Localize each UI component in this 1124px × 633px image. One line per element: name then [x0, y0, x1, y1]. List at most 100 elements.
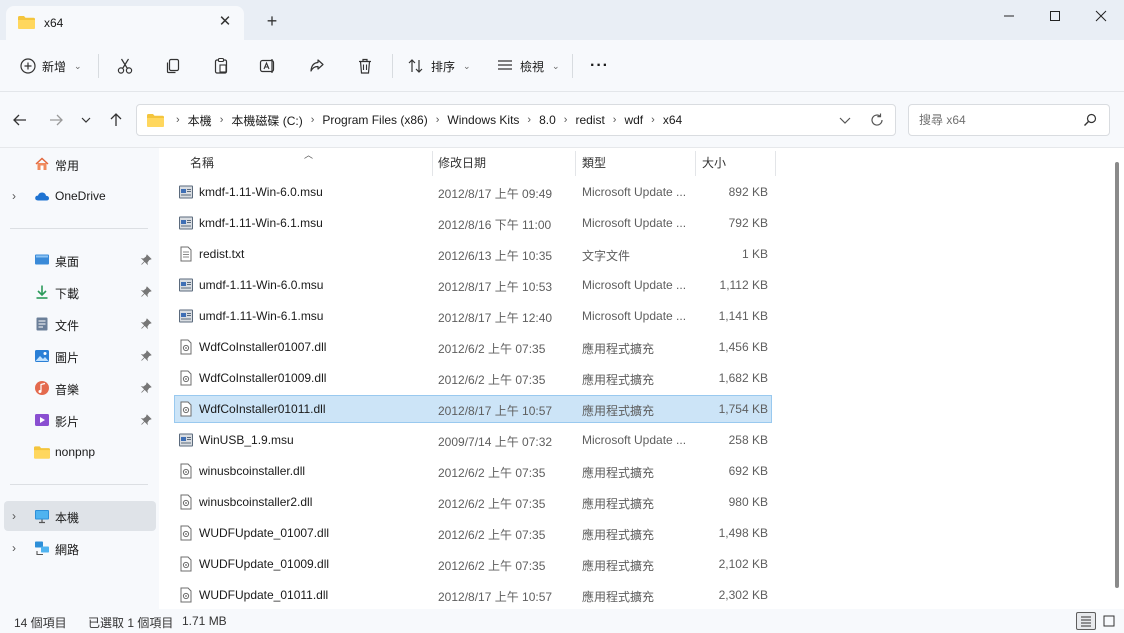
close-window-button[interactable]	[1078, 0, 1124, 32]
dll-icon	[180, 525, 192, 541]
file-row[interactable]: redist.txt 2012/6/13 上午 10:35 文字文件 1 KB	[174, 240, 772, 268]
breadcrumb-item[interactable]: wdf	[624, 113, 643, 127]
breadcrumb-item[interactable]: x64	[663, 113, 682, 127]
file-row[interactable]: winusbcoinstaller.dll 2012/6/2 上午 07:35 應用…	[174, 457, 772, 485]
file-row[interactable]: WUDFUpdate_01009.dll 2012/6/2 上午 07:35 應用程…	[174, 550, 772, 578]
back-button[interactable]	[10, 110, 30, 130]
file-type: Microsoft Update ...	[582, 433, 687, 447]
new-button[interactable]: 新增 ⌄	[20, 52, 82, 80]
file-row[interactable]: WinUSB_1.9.msu 2009/7/14 上午 07:32 Microsof…	[174, 426, 772, 454]
column-divider[interactable]	[695, 151, 696, 176]
column-header-name[interactable]: 名稱	[190, 148, 214, 176]
text-file-icon	[180, 246, 192, 262]
tab-x64[interactable]: x64 ✕	[6, 6, 244, 40]
chevron-right-icon[interactable]: ›	[527, 114, 531, 126]
column-divider[interactable]	[432, 151, 433, 176]
rename-button[interactable]	[259, 52, 277, 80]
search-icon[interactable]	[1083, 113, 1097, 127]
chevron-right-icon[interactable]: ›	[564, 114, 568, 126]
file-name: WUDFUpdate_01011.dll	[199, 588, 329, 602]
paste-button[interactable]	[212, 52, 230, 80]
column-header-type[interactable]: 類型	[582, 148, 606, 176]
up-button[interactable]	[106, 110, 126, 130]
breadcrumb-item[interactable]: Program Files (x86)	[322, 113, 427, 127]
chevron-right-icon[interactable]: ›	[311, 114, 315, 126]
column-header-date[interactable]: 修改日期	[438, 148, 486, 176]
copy-button[interactable]	[164, 52, 182, 80]
file-row[interactable]: WUDFUpdate_01011.dll 2012/8/17 上午 10:57 應用…	[174, 581, 772, 609]
sidebar-item-label: 網路	[55, 543, 80, 557]
chevron-right-icon[interactable]: ›	[12, 189, 24, 203]
chevron-down-icon[interactable]	[837, 112, 853, 128]
minimize-button[interactable]	[986, 0, 1032, 32]
forward-button[interactable]	[46, 110, 66, 130]
chevron-right-icon[interactable]: ›	[613, 114, 617, 126]
sidebar-item-network[interactable]: › 網路	[4, 533, 156, 563]
pin-icon[interactable]	[140, 382, 152, 394]
delete-button[interactable]	[356, 52, 374, 80]
file-date: 2012/8/16 下午 11:00	[438, 218, 552, 232]
breadcrumb-item[interactable]: redist	[575, 113, 604, 127]
file-row[interactable]: umdf-1.11-Win-6.1.msu 2012/8/17 上午 12:40 M…	[174, 302, 772, 330]
pin-icon[interactable]	[140, 318, 152, 330]
chevron-right-icon[interactable]: ›	[12, 509, 24, 523]
search-input[interactable]	[919, 111, 1069, 129]
new-tab-button[interactable]: +	[262, 12, 282, 32]
sidebar-item-videos[interactable]: 影片	[4, 405, 156, 435]
chevron-down-icon	[81, 117, 91, 123]
pin-icon[interactable]	[140, 350, 152, 362]
breadcrumb-item[interactable]: 本機磁碟 (C:)	[231, 112, 302, 129]
sidebar-item-desktop[interactable]: 桌面	[4, 245, 156, 275]
breadcrumb-item[interactable]: Windows Kits	[447, 113, 519, 127]
maximize-button[interactable]	[1032, 0, 1078, 32]
file-row[interactable]: WdfCoInstaller01011.dll 2012/8/17 上午 10:5…	[174, 395, 772, 423]
column-header-size[interactable]: 大小	[702, 148, 726, 176]
view-button[interactable]: 檢視 ⌄	[496, 52, 560, 80]
chevron-right-icon[interactable]: ›	[220, 114, 224, 126]
sidebar-item-this-pc[interactable]: › 本機	[4, 501, 156, 531]
sidebar-item-downloads[interactable]: 下載	[4, 277, 156, 307]
chevron-right-icon[interactable]: ›	[651, 114, 655, 126]
pin-icon[interactable]	[140, 286, 152, 298]
minimize-icon	[1004, 15, 1014, 17]
file-size: 792 KB	[728, 216, 768, 230]
address-bar[interactable]: › 本機 › 本機磁碟 (C:) › Program Files (x86) ›…	[136, 104, 896, 136]
search-box[interactable]	[908, 104, 1110, 136]
recent-locations-button[interactable]	[76, 110, 96, 130]
more-options-button[interactable]: ···	[590, 52, 609, 80]
file-date: 2012/6/2 上午 07:35	[438, 373, 546, 387]
tiles-view-button[interactable]	[1099, 612, 1119, 630]
sidebar-item-pictures[interactable]: 圖片	[4, 341, 156, 371]
refresh-icon[interactable]	[869, 112, 885, 128]
file-name: WdfCoInstaller01009.dll	[199, 371, 327, 385]
file-row[interactable]: umdf-1.11-Win-6.0.msu 2012/8/17 上午 10:53 M…	[174, 271, 772, 299]
breadcrumb-item[interactable]: 本機	[188, 112, 212, 129]
file-row[interactable]: kmdf-1.11-Win-6.1.msu 2012/8/16 下午 11:00 M…	[174, 209, 772, 237]
details-view-button[interactable]	[1076, 612, 1096, 630]
file-row[interactable]: WUDFUpdate_01007.dll 2012/6/2 上午 07:35 應用程…	[174, 519, 772, 547]
cut-button[interactable]	[116, 52, 134, 80]
file-row[interactable]: WdfCoInstaller01009.dll 2012/6/2 上午 07:35…	[174, 364, 772, 392]
breadcrumb-item[interactable]: 8.0	[539, 113, 556, 127]
command-bar: 新增 ⌄ 排序 ⌄ 檢視 ⌄ ···	[0, 40, 1124, 92]
sidebar-item-music[interactable]: 音樂	[4, 373, 156, 403]
file-row[interactable]: kmdf-1.11-Win-6.0.msu 2012/8/17 上午 09:49 M…	[174, 178, 772, 206]
sidebar-item-documents[interactable]: 文件	[4, 309, 156, 339]
sidebar-item-home[interactable]: 常用	[4, 149, 156, 179]
vertical-scrollbar[interactable]	[1115, 162, 1119, 588]
pin-icon[interactable]	[140, 254, 152, 266]
sidebar-item-onedrive[interactable]: › OneDrive	[4, 181, 156, 211]
chevron-right-icon[interactable]: ›	[436, 114, 440, 126]
pin-icon[interactable]	[140, 414, 152, 426]
sort-icon	[408, 59, 423, 73]
close-tab-icon[interactable]: ✕	[216, 13, 234, 31]
sort-button[interactable]: 排序 ⌄	[407, 52, 471, 80]
sidebar-item-nonpnp[interactable]: nonpnp	[4, 437, 156, 467]
file-row[interactable]: winusbcoinstaller2.dll 2012/6/2 上午 07:35 應…	[174, 488, 772, 516]
column-divider[interactable]	[575, 151, 576, 176]
column-divider[interactable]	[775, 151, 776, 176]
share-button[interactable]	[308, 52, 326, 80]
file-row[interactable]: WdfCoInstaller01007.dll 2012/6/2 上午 07:35…	[174, 333, 772, 361]
sidebar-item-label: OneDrive	[55, 189, 106, 203]
chevron-right-icon[interactable]: ›	[12, 541, 24, 555]
